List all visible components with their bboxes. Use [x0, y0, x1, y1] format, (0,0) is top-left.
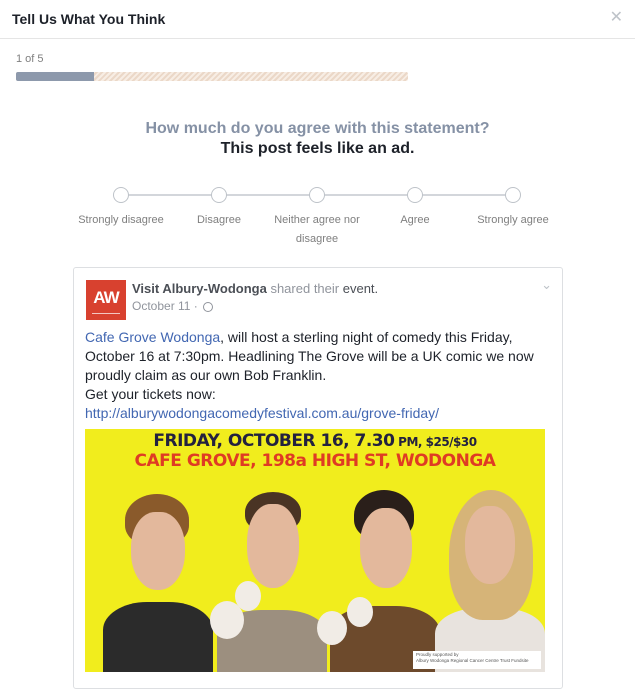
poster-price-text: PM, $25/$30 — [394, 435, 477, 449]
poster-venue-text: CAFE GROVE, 198a HIGH ST, WODONGA — [134, 451, 496, 471]
avatar-underline — [92, 313, 120, 314]
dialog-header: Tell Us What You Think ✕ — [0, 0, 635, 39]
poster-balloon — [347, 597, 373, 627]
ticket-link[interactable]: http://alburywodongacomedyfestival.com.a… — [85, 405, 439, 421]
poster-comedian-3 — [330, 472, 440, 672]
progress-fill — [16, 72, 95, 81]
post-date-text: October 11 · — [132, 299, 198, 313]
poster-headline: FRIDAY, OCTOBER 16, 7.30 PM, $25/$30 — [85, 431, 545, 451]
post-date[interactable]: October 11 · — [132, 299, 214, 313]
chevron-down-icon[interactable]: ⌄ — [541, 277, 552, 293]
agreement-scale: Strongly disagree Disagree Neither agree… — [0, 185, 635, 245]
poster-balloon — [317, 611, 347, 645]
radio-button[interactable] — [113, 187, 129, 203]
poster-comedian-1 — [103, 472, 213, 672]
radio-button[interactable] — [211, 187, 227, 203]
mention-link[interactable]: Cafe Grove Wodonga — [85, 329, 220, 345]
poster-date-text: FRIDAY, OCTOBER 16, 7.30 — [153, 431, 395, 451]
poster-comedian-2 — [217, 472, 327, 672]
dialog-title: Tell Us What You Think — [12, 11, 166, 27]
radio-button[interactable] — [407, 187, 423, 203]
statement-text: This post feels like an ad. — [220, 140, 415, 157]
question-text: How much do you agree with this statemen… — [145, 120, 490, 137]
progress-bar — [16, 72, 408, 81]
post-body: Cafe Grove Wodonga, will host a sterling… — [85, 328, 555, 423]
avatar-logo-text: AW — [93, 288, 119, 307]
poster-comedian-4 — [435, 472, 545, 672]
close-icon[interactable]: ✕ — [610, 10, 623, 26]
radio-button[interactable] — [309, 187, 325, 203]
post-action-text: shared their — [270, 281, 340, 296]
poster-balloon — [235, 581, 261, 611]
avatar[interactable]: AW — [86, 280, 126, 320]
question-counter: 1 of 5 — [16, 53, 44, 65]
option-label: Strongly agree — [477, 214, 549, 226]
poster-sponsor-credit: Proudly supported by Albury Wodonga Regi… — [413, 651, 541, 669]
globe-icon — [203, 301, 214, 312]
poster-credit-text: Albury Wodonga Regional Cancer Centre Tr… — [416, 658, 529, 663]
post-header: Visit Albury-Wodonga shared their event. — [132, 280, 378, 298]
event-link[interactable]: event. — [343, 281, 378, 296]
post-cta-text: Get your tickets now: — [85, 386, 216, 402]
event-poster-image[interactable]: FRIDAY, OCTOBER 16, 7.30 PM, $25/$30 CAF… — [85, 429, 545, 672]
option-strongly-agree[interactable]: Strongly agree — [448, 185, 578, 230]
page-name-link[interactable]: Visit Albury-Wodonga — [132, 281, 267, 296]
radio-button[interactable] — [505, 187, 521, 203]
post-card: AW Visit Albury-Wodonga shared their eve… — [73, 267, 563, 689]
